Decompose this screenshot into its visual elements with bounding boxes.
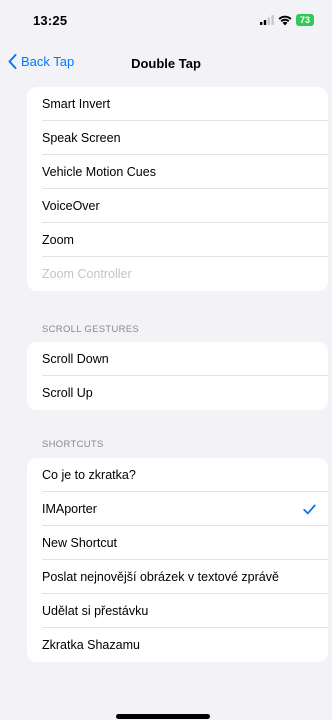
list-item-speak-screen[interactable]: Speak Screen (27, 121, 328, 155)
list-item-smart-invert[interactable]: Smart Invert (27, 87, 328, 121)
list-item-vehicle-motion-cues[interactable]: Vehicle Motion Cues (27, 155, 328, 189)
list-item-co-je-to-zkratka[interactable]: Co je to zkratka? (27, 458, 328, 492)
accessibility-actions-group: Smart Invert Speak Screen Vehicle Motion… (27, 87, 328, 291)
page-title: Double Tap (131, 56, 201, 71)
list-item-poslat-obrazek[interactable]: Poslat nejnovější obrázek v textové zprá… (27, 560, 328, 594)
checkmark-icon (303, 492, 316, 526)
list-item-voiceover[interactable]: VoiceOver (27, 189, 328, 223)
shortcuts-group: Co je to zkratka? IMAporter New Shortcut… (27, 458, 328, 662)
list-item-scroll-up[interactable]: Scroll Up (27, 376, 328, 410)
scroll-gestures-group: Scroll Down Scroll Up (27, 342, 328, 410)
status-time: 13:25 (33, 13, 68, 28)
cellular-signal-icon (260, 15, 274, 25)
list-item-scroll-down[interactable]: Scroll Down (27, 342, 328, 376)
list-item-zoom[interactable]: Zoom (27, 223, 328, 257)
list-item-udelat-prestavku[interactable]: Udělat si přestávku (27, 594, 328, 628)
section-header-shortcuts: SHORTCUTS (42, 439, 104, 450)
list-item-zoom-controller: Zoom Controller (42, 267, 132, 281)
list-item-imaporter[interactable]: IMAporter (27, 492, 328, 526)
status-bar: 13:25 73 (0, 0, 332, 44)
section-header-scroll-gestures: SCROLL GESTURES (42, 324, 140, 335)
list-item-zkratka-shazamu[interactable]: Zkratka Shazamu (27, 628, 328, 662)
home-indicator[interactable] (116, 714, 210, 719)
battery-icon: 73 (296, 14, 314, 26)
navigation-bar: Back Tap Double Tap (0, 44, 332, 84)
list-item-new-shortcut[interactable]: New Shortcut (27, 526, 328, 560)
wifi-icon (278, 15, 292, 26)
status-icons: 73 (260, 13, 314, 27)
